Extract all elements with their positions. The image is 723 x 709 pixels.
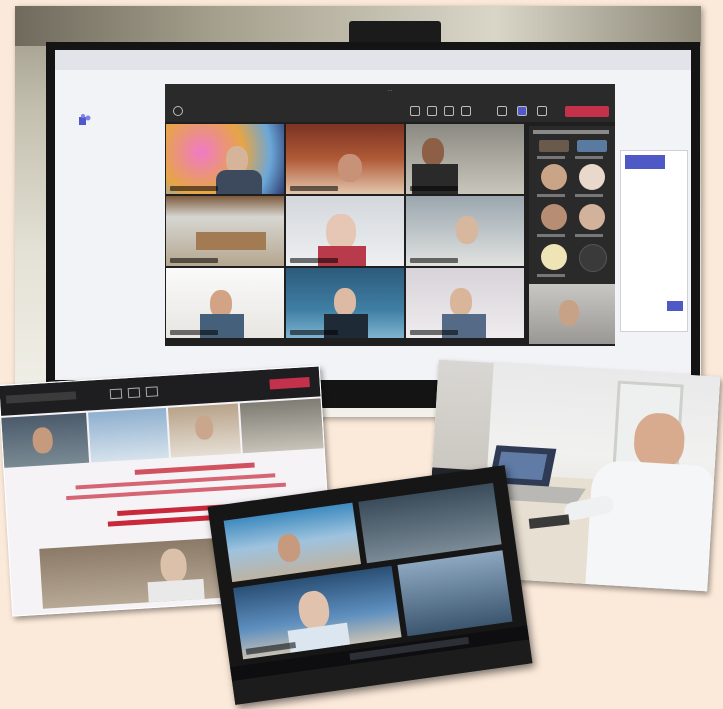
video-tile <box>166 268 284 338</box>
video-tile <box>406 268 524 338</box>
participant-name <box>537 156 565 159</box>
person-shirt <box>585 459 715 592</box>
reactions-icon[interactable] <box>444 106 454 116</box>
meeting-title: ⋯ <box>388 88 392 93</box>
avatar <box>579 204 605 230</box>
avatar-initials <box>541 244 567 270</box>
participant-name <box>575 194 603 197</box>
video-tile <box>223 502 361 583</box>
side-pane-button[interactable] <box>667 301 683 311</box>
video-tile <box>88 407 169 463</box>
leave-button[interactable] <box>269 377 310 390</box>
slide-text-line <box>134 462 255 475</box>
side-pane <box>620 150 688 332</box>
avatar <box>579 244 607 272</box>
avatar <box>541 164 567 190</box>
browser-bar <box>55 50 691 70</box>
video-tile <box>397 550 513 637</box>
camera-icon[interactable] <box>497 106 507 116</box>
participant-thumb <box>577 140 607 152</box>
participants-icon[interactable] <box>410 106 420 116</box>
video-tile <box>286 124 404 194</box>
video-tile <box>1 412 90 468</box>
participant-thumb <box>539 140 569 152</box>
video-tile <box>406 196 524 266</box>
mic-icon[interactable] <box>517 106 527 116</box>
self-view-tile <box>529 284 615 344</box>
teams-meeting-window: ⋯ <box>165 84 615 346</box>
side-pane-header <box>625 155 665 169</box>
chat-icon[interactable] <box>427 106 437 116</box>
video-tile <box>167 403 241 458</box>
more-icon[interactable] <box>461 106 471 116</box>
participant-name <box>575 156 603 159</box>
video-tile <box>358 482 502 564</box>
video-tile <box>286 268 404 338</box>
participants-panel <box>529 126 615 344</box>
participant-name <box>537 274 565 277</box>
meeting-timer-icon <box>173 106 183 116</box>
monitor-screen: ⋯ <box>55 50 691 380</box>
video-tile <box>166 124 284 194</box>
video-tile <box>233 565 402 660</box>
video-tile <box>166 196 284 266</box>
video-tile <box>406 124 524 194</box>
meeting-toolbar: ⋯ <box>165 84 615 122</box>
video-tile <box>239 398 324 454</box>
participant-name <box>575 234 603 237</box>
photo-laptop-video-call <box>207 465 533 705</box>
share-icon[interactable] <box>537 106 547 116</box>
main-photo: ⋯ <box>15 6 701 417</box>
avatar <box>579 164 605 190</box>
panel-header <box>533 130 609 134</box>
leave-button[interactable] <box>565 106 609 117</box>
participant-name <box>537 234 565 237</box>
teams-logo-icon <box>77 114 91 129</box>
video-tile <box>286 196 404 266</box>
video-tile <box>39 536 243 609</box>
monitor: ⋯ <box>46 42 700 408</box>
participant-name <box>537 194 565 197</box>
avatar <box>541 204 567 230</box>
